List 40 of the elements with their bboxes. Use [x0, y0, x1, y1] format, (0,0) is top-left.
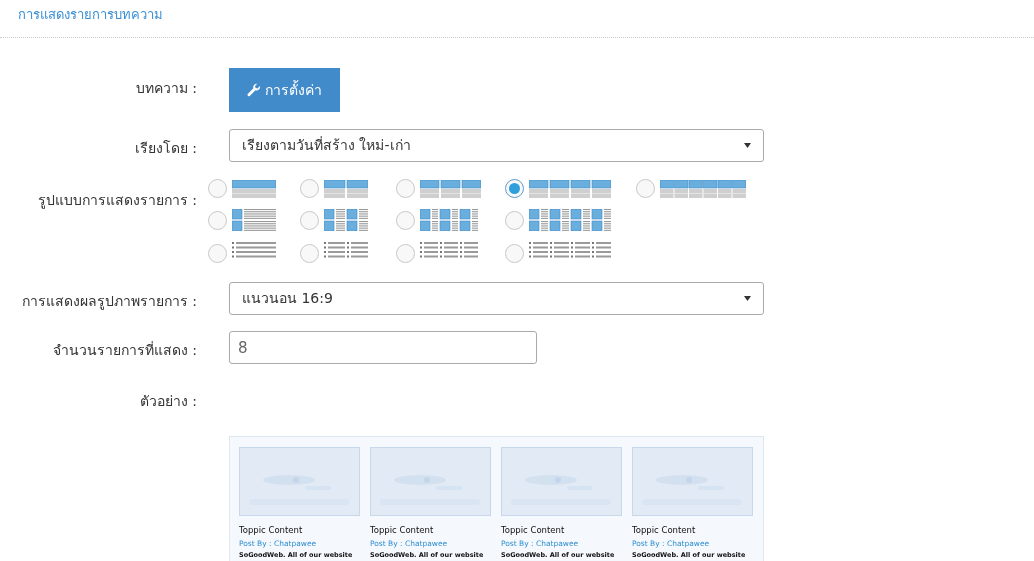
layout-preview-icon [529, 179, 611, 198]
layout-preview-icon [324, 209, 368, 231]
radio-button[interactable] [505, 243, 524, 263]
radio-button[interactable] [208, 210, 227, 230]
radio-button[interactable] [396, 243, 415, 263]
image-display-select[interactable]: แนวนอน 16:9 [229, 282, 764, 315]
field-label: เรียงโดย : [134, 140, 197, 156]
sort-select[interactable]: เรียงตามวันที่สร้าง ใหม่-เก่า [229, 129, 764, 162]
wrench-icon [247, 83, 261, 97]
field-label: จำนวนรายการที่แสดง : [52, 342, 197, 358]
count-input[interactable]: 8 [229, 331, 537, 364]
radio-button[interactable] [396, 179, 415, 198]
dropdown-arrow-icon [744, 296, 751, 301]
field-label: การแสดงผลรูปภาพรายการ : [21, 293, 197, 309]
radio-button[interactable] [505, 210, 524, 230]
field-label: บทความ : [135, 80, 197, 96]
preview-title: Toppic Content [501, 524, 566, 537]
field-label: ตัวอย่าง : [139, 393, 197, 409]
layout-preview-icon [232, 209, 276, 231]
field-label: รูปแบบการแสดงรายการ : [37, 192, 197, 208]
radio-button[interactable] [396, 210, 415, 230]
radio-button[interactable] [300, 210, 319, 230]
layout-preview-icon [324, 179, 368, 198]
radio-button[interactable] [208, 243, 227, 263]
radio-button[interactable] [505, 179, 524, 198]
preview-title: Toppic Content [239, 524, 304, 537]
radio-button[interactable] [300, 179, 319, 198]
preview-title: Toppic Content [632, 524, 697, 537]
layout-preview-icon [529, 209, 611, 231]
layout-preview-icon [420, 209, 478, 231]
radio-button[interactable] [300, 243, 319, 263]
layout-preview-icon [420, 179, 481, 198]
layout-preview-icon [232, 179, 276, 198]
dropdown-arrow-icon [744, 143, 751, 148]
radio-button[interactable] [208, 179, 227, 198]
layout-preview-icon [660, 179, 746, 198]
preview-title: Toppic Content [370, 524, 435, 537]
page-title: การแสดงรายการบทความ [18, 7, 163, 22]
radio-button[interactable] [636, 179, 655, 198]
settings-button[interactable]: การตั้งค่า [229, 68, 340, 112]
